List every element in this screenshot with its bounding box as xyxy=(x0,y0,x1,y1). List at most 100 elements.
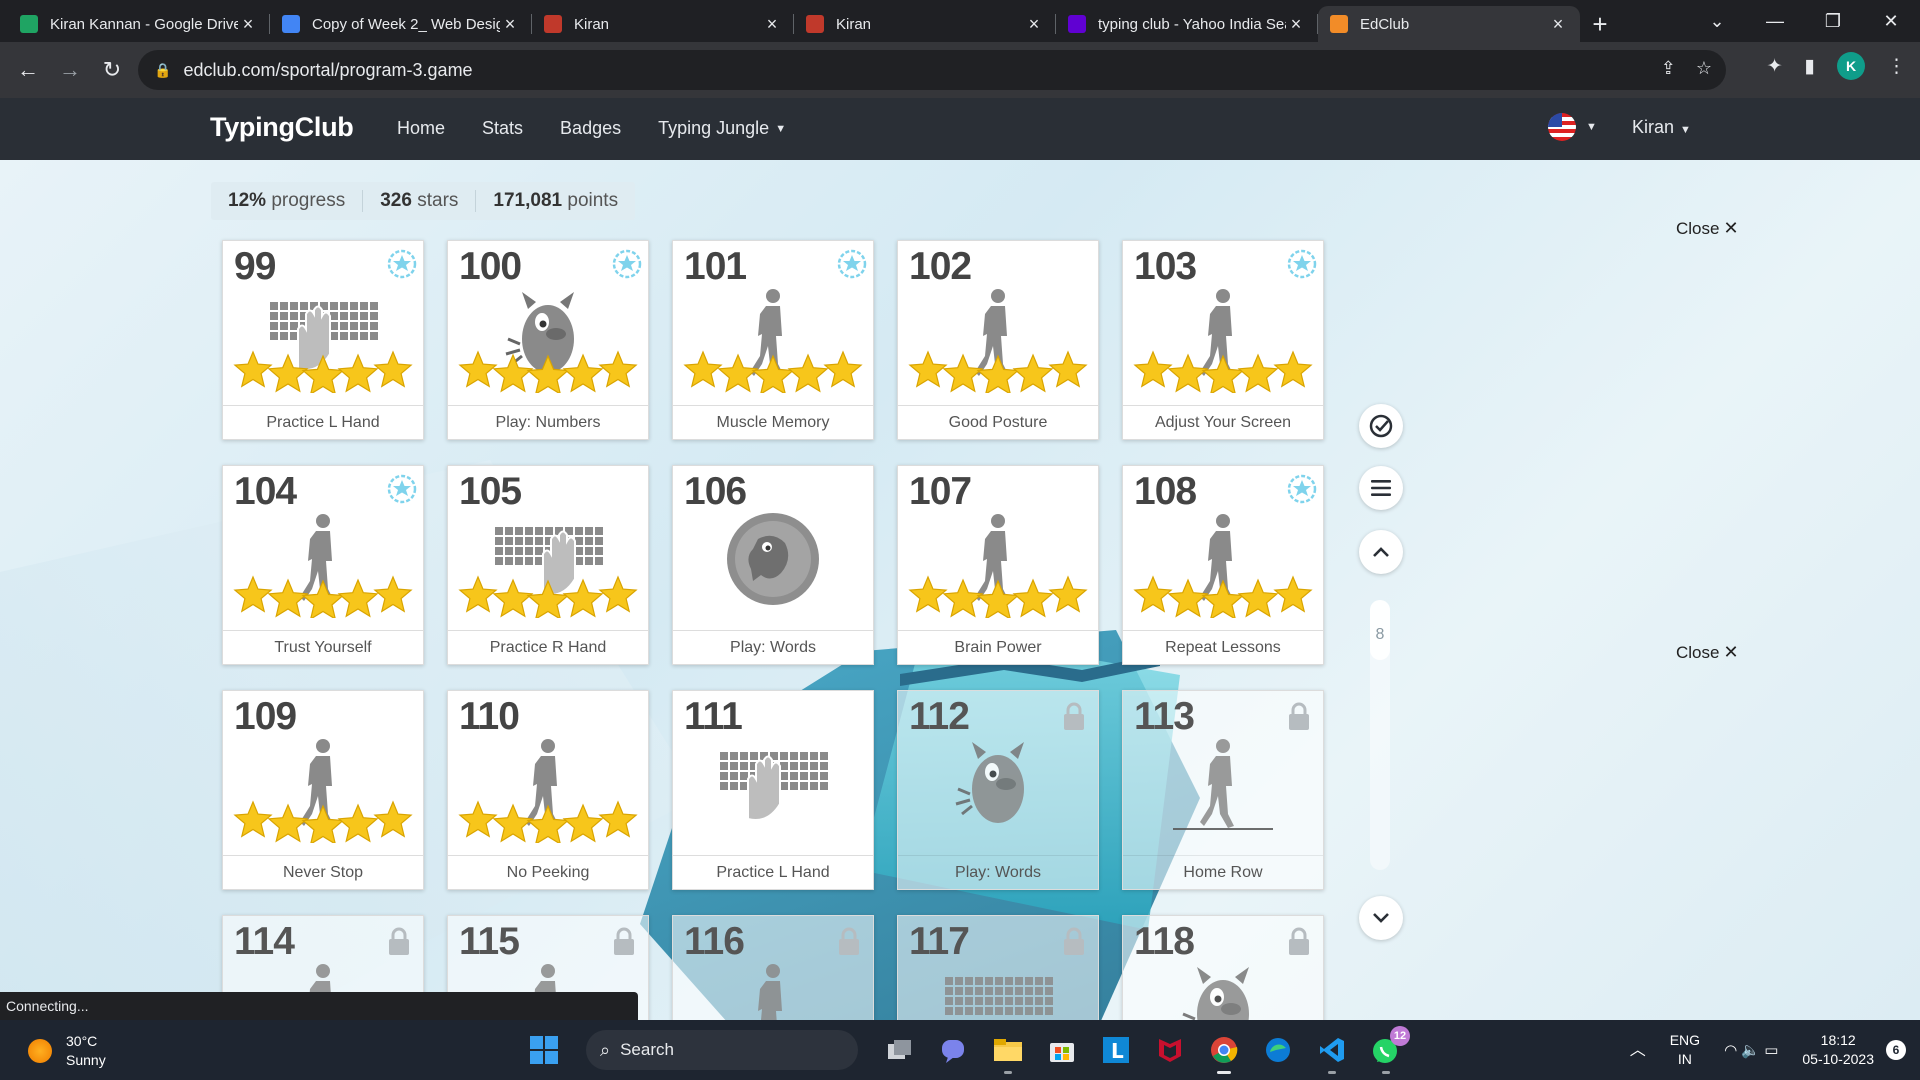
close-tab-icon[interactable]: × xyxy=(1548,14,1568,35)
tab-title: Kiran xyxy=(836,15,872,33)
star-rating xyxy=(458,341,638,396)
lesson-card: 116 xyxy=(672,915,874,1020)
nav-stats[interactable]: Stats xyxy=(482,118,523,139)
lesson-card[interactable]: 108 Repeat Lessons xyxy=(1122,465,1324,665)
close-tab-icon[interactable]: × xyxy=(1286,14,1306,35)
menu-list-button[interactable] xyxy=(1359,466,1403,510)
window-controls: ⌄ — ❐ ✕ xyxy=(1688,0,1920,42)
lesson-card[interactable]: 102 Good Posture xyxy=(897,240,1099,440)
edge-icon[interactable] xyxy=(1258,1030,1298,1070)
lesson-card[interactable]: 111 Practice L Hand xyxy=(672,690,874,890)
lesson-title: Trust Yourself xyxy=(223,630,423,664)
scroll-up-button[interactable] xyxy=(1359,530,1403,574)
tray-overflow-icon[interactable]: ︿ xyxy=(1618,1041,1658,1060)
lesson-title: Play: Words xyxy=(898,855,1098,889)
tab-title: EdClub xyxy=(1360,15,1410,33)
lesson-card: 117 xyxy=(897,915,1099,1020)
weather-widget[interactable]: 30°C Sunny xyxy=(28,1032,106,1070)
teams-chat-icon[interactable] xyxy=(934,1030,974,1070)
lesson-map: 12% progress 326 stars 171,081 points Cl… xyxy=(0,160,1920,1020)
address-bar[interactable]: 🔒 edclub.com/sportal/program-3.game ⇪ ☆ xyxy=(138,50,1726,90)
file-explorer-icon[interactable] xyxy=(988,1030,1028,1074)
close-window-icon[interactable]: ✕ xyxy=(1862,11,1920,32)
whatsapp-icon[interactable]: 12 xyxy=(1366,1026,1410,1074)
notification-count[interactable]: 6 xyxy=(1886,1040,1906,1060)
check-progress-button[interactable] xyxy=(1359,404,1403,448)
extensions-icon[interactable]: ✦ xyxy=(1767,55,1783,78)
close-tab-icon[interactable]: × xyxy=(762,14,782,35)
chrome-icon[interactable] xyxy=(1204,1030,1244,1074)
walking-person-icon xyxy=(673,956,873,1020)
lesson-card[interactable]: 107 Brain Power xyxy=(897,465,1099,665)
app-l-icon[interactable]: L xyxy=(1096,1030,1136,1070)
mcafee-icon[interactable] xyxy=(1150,1030,1190,1070)
url-text: edclub.com/sportal/program-3.game xyxy=(183,59,473,80)
minimize-icon[interactable]: — xyxy=(1746,11,1804,32)
browser-tab[interactable]: Kiran × xyxy=(794,6,1056,42)
lesson-card[interactable]: 104 Trust Yourself xyxy=(222,465,424,665)
tab-title: Kiran Kannan - Google Drive xyxy=(50,15,238,33)
windows-start-icon[interactable] xyxy=(524,1030,564,1070)
browser-tab[interactable]: typing club - Yahoo India Search× xyxy=(1056,6,1318,42)
menu-kebab-icon[interactable]: ⋮ xyxy=(1887,55,1906,78)
star-rating xyxy=(233,791,413,846)
share-icon[interactable]: ⇪ xyxy=(1661,58,1676,79)
lesson-card[interactable]: 101 Muscle Memory xyxy=(672,240,874,440)
bookmark-star-icon[interactable]: ☆ xyxy=(1696,58,1712,79)
browser-tab[interactable]: Kiran × xyxy=(532,6,794,42)
star-rating xyxy=(683,341,863,396)
close-tab-icon[interactable]: × xyxy=(1024,14,1044,35)
close-tab-icon[interactable]: × xyxy=(500,14,520,35)
vscode-icon[interactable] xyxy=(1312,1030,1352,1074)
restore-icon[interactable]: ❐ xyxy=(1804,11,1862,32)
lock-icon xyxy=(1287,701,1311,731)
close-tab-icon[interactable]: × xyxy=(238,14,258,35)
lesson-card[interactable]: 103 Adjust Your Screen xyxy=(1122,240,1324,440)
lesson-card[interactable]: 99 Practice L Hand xyxy=(222,240,424,440)
taskbar-search[interactable]: ⌕ Search xyxy=(586,1030,858,1070)
walking-person-icon xyxy=(1123,731,1323,836)
menu-lines-icon xyxy=(1371,480,1391,496)
lesson-card[interactable]: 105 Practice R Hand xyxy=(447,465,649,665)
browser-tab[interactable]: EdClub × xyxy=(1318,6,1580,42)
task-view-icon[interactable] xyxy=(880,1030,920,1070)
progress-percent: 12% progress xyxy=(211,190,364,212)
input-language[interactable]: ENG IN xyxy=(1658,1031,1712,1069)
new-tab-button[interactable]: + xyxy=(1580,6,1620,42)
nav-typing-jungle[interactable]: Typing Jungle ▼ xyxy=(658,118,786,139)
user-menu[interactable]: Kiran ▼ xyxy=(1632,117,1691,138)
reload-icon[interactable]: ↻ xyxy=(92,50,132,90)
scroll-down-button[interactable] xyxy=(1359,896,1403,940)
lesson-card[interactable]: 106 Play: Words xyxy=(672,465,874,665)
search-icon: ⌕ xyxy=(600,1039,611,1060)
star-rating xyxy=(908,341,1088,396)
browser-status-bubble: Connecting... xyxy=(0,992,638,1020)
side-panel-icon[interactable]: ▮ xyxy=(1805,55,1815,78)
edclub-icon xyxy=(544,15,562,33)
volume-icon: 🔈 xyxy=(1741,1041,1761,1059)
svg-text:L: L xyxy=(1111,1039,1124,1063)
browser-tab[interactable]: Kiran Kannan - Google Drive × xyxy=(8,6,270,42)
brand-logo[interactable]: TypingClub xyxy=(210,112,354,143)
lesson-title: Repeat Lessons xyxy=(1123,630,1323,664)
nav-home[interactable]: Home xyxy=(397,118,445,139)
back-icon[interactable]: ← xyxy=(8,50,48,90)
lock-icon xyxy=(612,926,636,956)
language-selector[interactable]: ▼ xyxy=(1548,113,1597,141)
close-button-2[interactable]: Close ✕ xyxy=(1676,642,1739,663)
lesson-card[interactable]: 109 Never Stop xyxy=(222,690,424,890)
browser-tab[interactable]: Copy of Week 2_ Web Design × xyxy=(270,6,532,42)
nav-badges[interactable]: Badges xyxy=(560,118,621,139)
profile-avatar[interactable]: K xyxy=(1837,52,1865,80)
network-volume-battery[interactable]: ◠ 🔈 ▭ xyxy=(1712,1041,1790,1060)
lesson-card[interactable]: 100 Play: Numbers xyxy=(447,240,649,440)
progress-points: 171,081 points xyxy=(493,190,619,211)
caret-down-icon: ▼ xyxy=(1680,124,1691,136)
lesson-card[interactable]: 110 No Peeking xyxy=(447,690,649,890)
tab-search-icon[interactable]: ⌄ xyxy=(1688,11,1746,32)
close-button[interactable]: Close ✕ xyxy=(1676,218,1739,239)
clock[interactable]: 18:12 05-10-2023 xyxy=(1790,1031,1886,1069)
user-name: Kiran xyxy=(1632,117,1675,137)
forward-icon[interactable]: → xyxy=(50,50,90,90)
microsoft-store-icon[interactable] xyxy=(1042,1030,1082,1070)
